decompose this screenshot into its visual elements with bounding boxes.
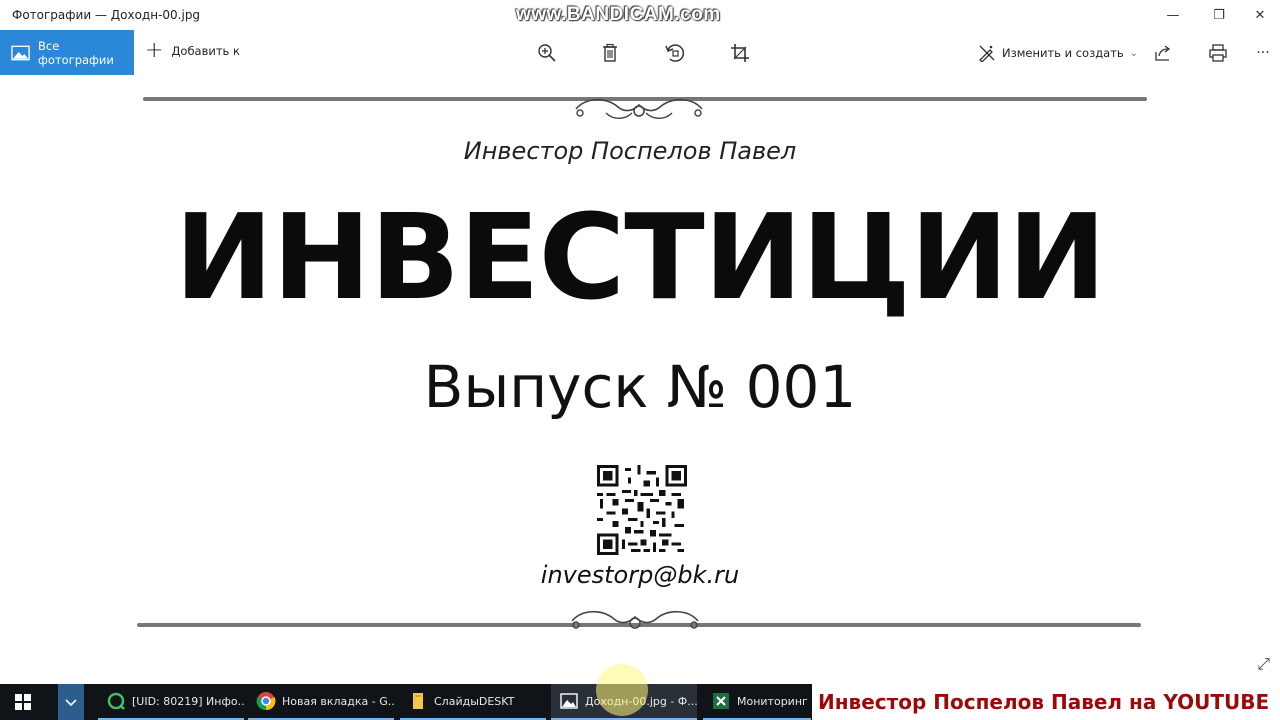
more-icon: ··· (1256, 45, 1270, 61)
start-button[interactable] (0, 684, 46, 720)
print-button[interactable] (1205, 40, 1231, 66)
chrome-icon (256, 692, 276, 711)
minimize-button[interactable]: — (1150, 0, 1196, 30)
taskbar-item-chrome[interactable]: Новая вкладка - G... (248, 684, 394, 720)
folder-icon (413, 693, 423, 709)
top-ornament (575, 98, 703, 119)
issue-number-text: Выпуск № 001 (423, 353, 857, 421)
add-to-button[interactable]: + Добавить к (145, 38, 240, 63)
all-photos-label: Все фотографии (38, 38, 114, 67)
taskbar-pinned-app[interactable] (58, 684, 84, 720)
author-text: Инвестор Поспелов Павел (463, 137, 797, 165)
share-icon (1155, 45, 1171, 61)
taskbar-item-folder[interactable]: СлайдыDESKT (400, 684, 546, 720)
zoom-button[interactable] (534, 40, 560, 66)
bottom-ornament (571, 610, 699, 629)
taskbar-item-uid[interactable]: [UID: 80219] Инфо... (98, 684, 244, 720)
share-button[interactable] (1150, 40, 1176, 66)
rotate-button[interactable] (662, 40, 688, 66)
crop-icon (731, 44, 749, 62)
taskbar-item-excel[interactable]: Мониторинг - (703, 684, 811, 720)
delete-icon (603, 43, 617, 62)
download-icon (65, 699, 77, 707)
title-bar: Фотографии — Доходн-00.jpg www.BANDICAM.… (0, 0, 1280, 30)
close-icon: ✕ (1254, 7, 1266, 23)
windows-logo-icon (15, 694, 31, 710)
plus-icon: + (145, 38, 164, 63)
photo-canvas: Инвестор Поспелов Павел ИНВЕСТИЦИИ Выпус… (0, 75, 1280, 684)
edit-create-button[interactable]: Изменить и создать ⌄ (978, 44, 1138, 62)
window-title: Фотографии — Доходн-00.jpg (12, 8, 201, 22)
headline-text: ИНВЕСТИЦИИ (174, 188, 1107, 326)
edit-icon (979, 45, 995, 62)
email-text: investorp@bk.ru (540, 561, 740, 589)
photos-icon (560, 693, 578, 709)
rotate-icon (665, 44, 685, 62)
youtube-banner: Инвестор Поспелов Павел на YOUTUBE (812, 684, 1280, 720)
print-icon (1209, 44, 1227, 62)
more-button[interactable]: ··· (1250, 40, 1276, 66)
taskbar-item-label: [UID: 80219] Инфо... (132, 694, 244, 708)
cursor-highlight (596, 664, 648, 716)
zoom-in-icon (538, 44, 556, 62)
photo-icon (11, 45, 30, 60)
crop-button[interactable] (727, 40, 753, 66)
all-photos-button[interactable]: Все фотографии (0, 30, 134, 75)
photos-app-window: Фотографии — Доходн-00.jpg www.BANDICAM.… (0, 0, 1280, 684)
taskbar-item-label: Новая вкладка - G... (282, 694, 394, 708)
excel-icon (713, 693, 729, 709)
toolbar: Все фотографии + Добавить к Изменить и с… (0, 30, 1280, 75)
qr-code (597, 465, 687, 555)
taskbar-item-label: СлайдыDESKT (434, 694, 515, 708)
chevron-down-icon: ⌄ (1129, 47, 1139, 59)
restore-icon: ❐ (1213, 7, 1225, 23)
taskbar-item-label: Мониторинг - (737, 694, 811, 708)
restore-button[interactable]: ❐ (1196, 0, 1242, 30)
bandicam-watermark: www.BANDICAM.com (516, 4, 721, 25)
close-button[interactable]: ✕ (1240, 0, 1280, 30)
app-green-icon (107, 692, 125, 710)
minimize-icon: — (1166, 7, 1180, 23)
add-to-label: Добавить к (171, 44, 240, 58)
edit-create-label: Изменить и создать (1002, 46, 1124, 60)
delete-button[interactable] (597, 40, 623, 66)
expand-icon[interactable]: ⤢ (1257, 654, 1270, 674)
